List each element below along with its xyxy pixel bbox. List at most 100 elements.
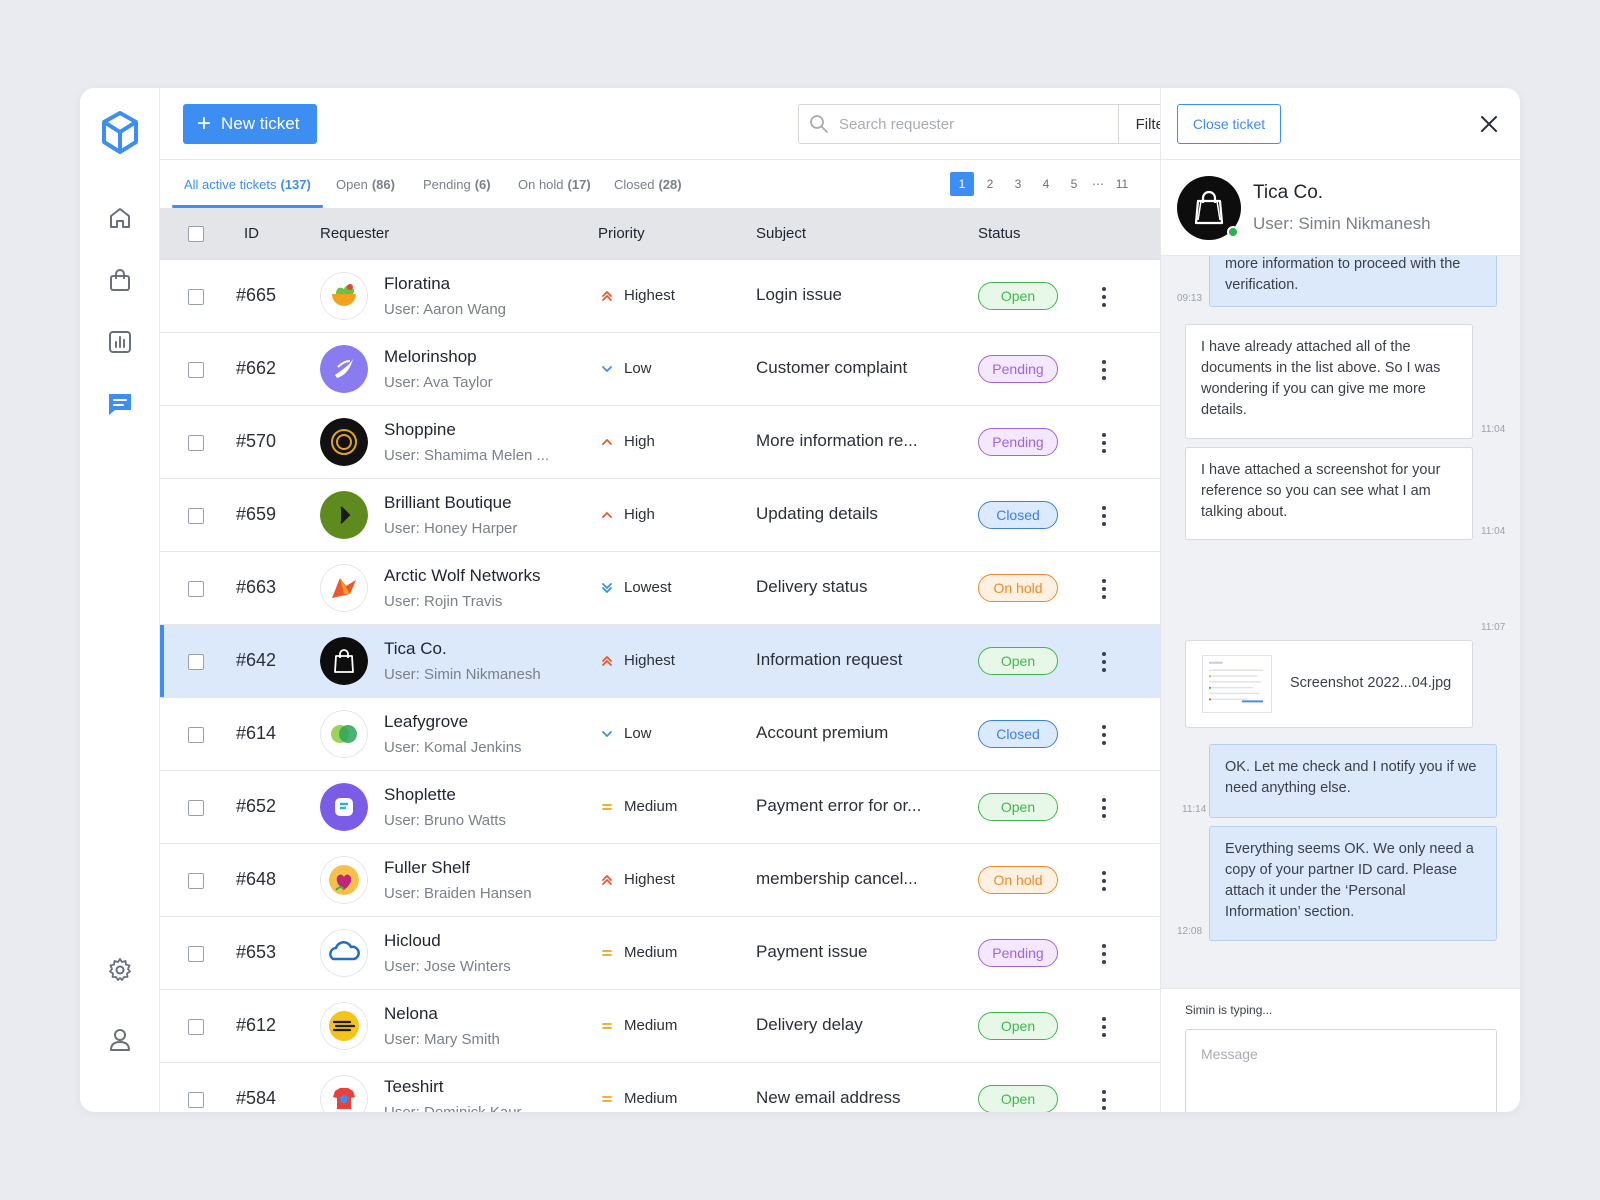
row-checkbox[interactable] — [188, 873, 204, 889]
row-checkbox[interactable] — [188, 435, 204, 451]
ticket-detail-panel: Close ticket Tica Co. User: Simin Nikman… — [1160, 88, 1520, 1112]
close-ticket-button[interactable]: Close ticket — [1177, 104, 1281, 144]
table-row[interactable]: #653 Hicloud User: Jose Winters Medium Payme… — [160, 917, 1160, 990]
requester-avatar — [320, 272, 368, 320]
more-options-icon[interactable] — [1096, 430, 1112, 456]
more-options-icon[interactable] — [1096, 284, 1112, 310]
requester-user: User: Simin Nikmanesh — [1253, 214, 1431, 233]
requester-avatar — [320, 1002, 368, 1050]
page-2-button[interactable]: 2 — [978, 172, 1002, 196]
row-checkbox[interactable] — [188, 1092, 204, 1108]
ticket-subject: Information request — [756, 650, 903, 669]
column-subject[interactable]: Subject — [756, 225, 806, 242]
tab-on-hold[interactable]: On hold (17) — [518, 160, 591, 208]
tab-count: (6) — [474, 176, 491, 192]
tab-label: On hold — [518, 176, 564, 192]
table-row[interactable]: #584 Teeshirt User: Dominick Kaur Medium New… — [160, 1063, 1160, 1112]
column-priority[interactable]: Priority — [598, 225, 645, 242]
tab-open[interactable]: Open (86) — [336, 160, 395, 208]
table-row[interactable]: #659 Brilliant Boutique User: Honey Harper… — [160, 479, 1160, 552]
gear-icon[interactable] — [106, 956, 134, 984]
row-checkbox[interactable] — [188, 946, 204, 962]
message-input[interactable] — [1186, 1030, 1496, 1112]
status-badge: On hold — [978, 574, 1058, 602]
message-box — [1185, 1029, 1497, 1112]
status-badge: Open — [978, 282, 1058, 310]
row-checkbox[interactable] — [188, 800, 204, 816]
table-row[interactable]: #662 Melorinshop User: Ava Taylor Low Custom… — [160, 333, 1160, 406]
status-badge: Open — [978, 647, 1058, 675]
row-checkbox[interactable] — [188, 727, 204, 743]
user-icon[interactable] — [106, 1026, 134, 1054]
status-badge: Open — [978, 1085, 1058, 1112]
more-options-icon[interactable] — [1096, 357, 1112, 383]
table-row[interactable]: #665 Floratina User: Aaron Wang Highest Logi… — [160, 260, 1160, 333]
attachment-file[interactable]: Screenshot 2022...04.jpg — [1185, 640, 1473, 728]
tab-closed[interactable]: Closed (28) — [614, 160, 682, 208]
page-11-button[interactable]: 11 — [1110, 172, 1134, 196]
requester-avatar — [320, 345, 368, 393]
requester-user: User: Shamima Melen ... — [384, 447, 550, 464]
shopping-bag-icon[interactable] — [106, 266, 134, 294]
arctic-wolf-logo-icon — [320, 564, 368, 612]
home-icon[interactable] — [106, 204, 134, 232]
requester-user: User: Simin Nikmanesh — [384, 666, 541, 683]
row-checkbox[interactable] — [188, 654, 204, 670]
chart-icon[interactable] — [106, 328, 134, 356]
page-1-button[interactable]: 1 — [950, 172, 974, 196]
priority-medium-icon — [602, 1095, 612, 1102]
ticket-subject: membership cancel... — [756, 869, 918, 888]
status-badge: Closed — [978, 720, 1058, 748]
column-status[interactable]: Status — [978, 225, 1021, 242]
page-5-button[interactable]: 5 — [1062, 172, 1086, 196]
table-row[interactable]: #642 Tica Co. User: Simin Nikmanesh Highest… — [160, 625, 1160, 698]
ticket-subject: Updating details — [756, 504, 878, 523]
more-options-icon[interactable] — [1096, 503, 1112, 529]
page-3-button[interactable]: 3 — [1006, 172, 1030, 196]
row-checkbox[interactable] — [188, 508, 204, 524]
chat-message-incoming: I have attached a screenshot for your re… — [1185, 447, 1473, 540]
status-tabs: All active tickets (137) Open (86) Pending… — [160, 160, 1160, 208]
select-all-checkbox[interactable] — [188, 226, 204, 242]
more-options-icon[interactable] — [1096, 868, 1112, 894]
cube-logo-icon[interactable] — [100, 110, 140, 156]
filters-dropdown[interactable]: Filters — [1118, 105, 1160, 143]
page-4-button[interactable]: 4 — [1034, 172, 1058, 196]
row-checkbox[interactable] — [188, 289, 204, 305]
close-icon[interactable] — [1479, 114, 1499, 134]
ticket-id: #653 — [236, 942, 277, 962]
table-row[interactable]: #570 Shoppine User: Shamima Melen ... High M… — [160, 406, 1160, 479]
new-ticket-button[interactable]: + New ticket — [183, 104, 317, 144]
search-input[interactable] — [839, 115, 1099, 133]
column-id[interactable]: ID — [244, 225, 259, 242]
more-options-icon[interactable] — [1096, 1087, 1112, 1112]
requester-name: Tica Co. — [1253, 182, 1324, 203]
more-options-icon[interactable] — [1096, 576, 1112, 602]
shoppine-logo-icon — [320, 418, 368, 466]
column-requester[interactable]: Requester — [320, 225, 389, 242]
more-options-icon[interactable] — [1096, 649, 1112, 675]
tab-pending[interactable]: Pending (6) — [423, 160, 491, 208]
tab-all-active[interactable]: All active tickets (137) — [172, 160, 323, 208]
more-options-icon[interactable] — [1096, 1014, 1112, 1040]
tab-label: Pending — [423, 176, 471, 192]
table-row[interactable]: #612 Nelona User: Mary Smith Medium Delivery… — [160, 990, 1160, 1063]
chat-icon[interactable] — [106, 390, 134, 418]
table-row[interactable]: #652 Shoplette User: Bruno Watts Medium Paym… — [160, 771, 1160, 844]
row-checkbox[interactable] — [188, 1019, 204, 1035]
more-options-icon[interactable] — [1096, 722, 1112, 748]
more-options-icon[interactable] — [1096, 941, 1112, 967]
table-row[interactable]: #614 Leafygrove User: Komal Jenkins Low Acco… — [160, 698, 1160, 771]
row-checkbox[interactable] — [188, 581, 204, 597]
requester-user: User: Aaron Wang — [384, 301, 506, 318]
search-field[interactable] — [799, 105, 1118, 143]
chat-thread[interactable]: more information to proceed with the ver… — [1161, 256, 1520, 988]
table-row[interactable]: #648 Fuller Shelf User: Braiden Hansen High… — [160, 844, 1160, 917]
page-ellipsis: ⋯ — [1092, 177, 1104, 191]
table-row[interactable]: #663 Arctic Wolf Networks User: Rojin Trav… — [160, 552, 1160, 625]
priority-highest-icon — [602, 290, 612, 301]
more-options-icon[interactable] — [1096, 795, 1112, 821]
row-checkbox[interactable] — [188, 362, 204, 378]
status-badge: Open — [978, 1012, 1058, 1040]
priority-cell: Lowest — [600, 579, 672, 596]
